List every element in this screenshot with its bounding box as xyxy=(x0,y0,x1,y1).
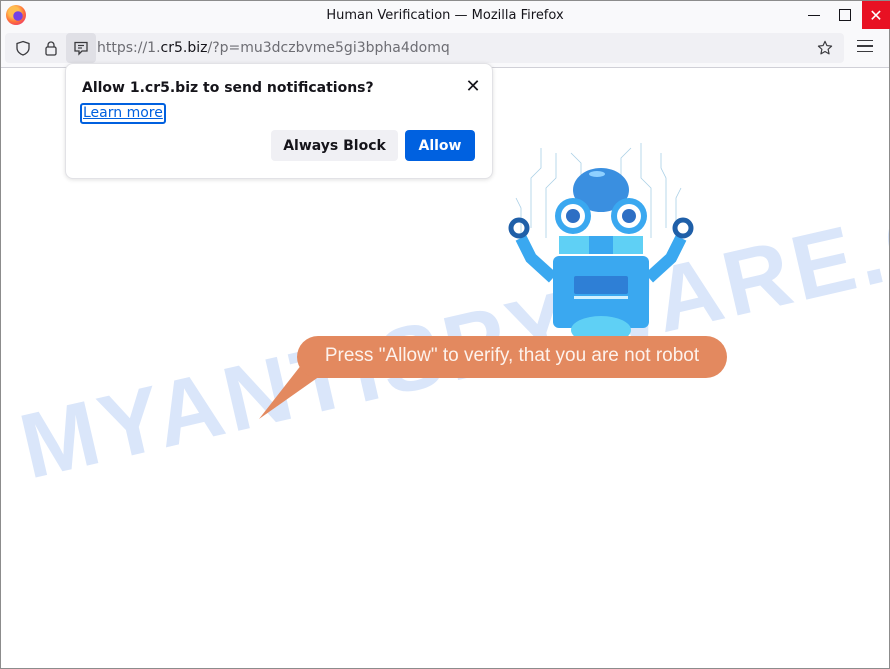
bookmark-star-icon[interactable] xyxy=(817,40,833,56)
shield-icon[interactable] xyxy=(15,40,31,56)
learn-more-link[interactable]: Learn more xyxy=(80,103,166,124)
lock-icon[interactable] xyxy=(43,40,59,56)
close-icon: ✕ xyxy=(465,76,481,97)
speech-bubble: Press "Allow" to verify, that you are no… xyxy=(297,336,727,378)
url-scheme: https://1. xyxy=(97,40,161,56)
notification-icon xyxy=(74,41,88,56)
robot-arm-left xyxy=(515,235,558,283)
close-icon: ✕ xyxy=(869,5,883,25)
popup-close-button[interactable]: ✕ xyxy=(464,78,482,96)
always-block-button[interactable]: Always Block xyxy=(271,130,398,161)
notification-permission-button[interactable] xyxy=(66,33,96,63)
url-path: /?p=mu3dczbvme5gi3bpha4domq xyxy=(207,40,450,56)
minimize-button[interactable] xyxy=(799,1,829,29)
robot-arm-right xyxy=(644,235,687,283)
maximize-icon xyxy=(839,9,851,21)
maximize-button[interactable] xyxy=(830,1,860,29)
robot-illustration xyxy=(508,143,694,338)
hamburger-menu-icon[interactable] xyxy=(857,40,873,54)
minimize-icon xyxy=(808,14,820,16)
address-bar[interactable]: https://1.cr5.biz/?p=mu3dczbvme5gi3bpha4… xyxy=(5,33,844,63)
allow-button[interactable]: Allow xyxy=(405,130,475,161)
browser-window: Human Verification — Mozilla Firefox ✕ h… xyxy=(0,0,890,669)
title-bar: Human Verification — Mozilla Firefox ✕ xyxy=(1,1,890,31)
url-host: cr5.biz xyxy=(160,40,208,56)
notification-permission-popup: Allow 1.cr5.biz to send notifications? ✕… xyxy=(65,63,493,179)
verification-message: Press "Allow" to verify, that you are no… xyxy=(324,345,700,366)
popup-title: Allow 1.cr5.biz to send notifications? xyxy=(82,80,374,96)
window-title: Human Verification — Mozilla Firefox xyxy=(326,8,564,23)
close-window-button[interactable]: ✕ xyxy=(862,1,890,29)
url-text[interactable]: https://1.cr5.biz/?p=mu3dczbvme5gi3bpha4… xyxy=(97,40,450,56)
watermark: MYANTISPYWARE.COM xyxy=(11,148,889,499)
